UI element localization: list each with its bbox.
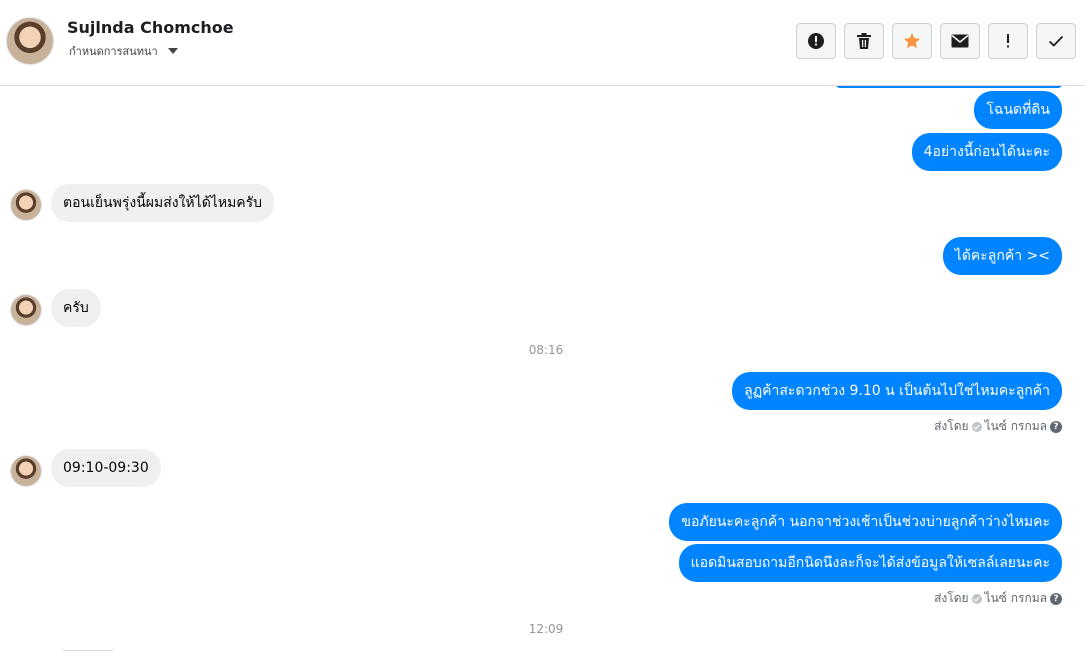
star-icon (904, 33, 920, 49)
sent-by-info: ส่งโดย ไนซ์ กรกมล ? (934, 417, 1062, 436)
incoming-message[interactable]: ครับ (51, 289, 101, 327)
contact-name[interactable]: Sujlnda Chomchoe (67, 18, 234, 37)
exclamation-icon (1007, 34, 1009, 48)
incoming-message[interactable]: 09:10-09:30 (51, 449, 161, 487)
check-circle-icon (971, 421, 982, 432)
outgoing-message[interactable]: ขอภัยนะคะลูกค้า นอกจาช่วงเช้าเป็นช่วงบ่า… (669, 503, 1062, 541)
conversation-toolbar (796, 23, 1076, 59)
contact-avatar[interactable] (6, 17, 54, 65)
mark-important-button[interactable] (988, 23, 1028, 59)
sent-by-label: ส่งโดย (934, 591, 969, 605)
help-icon[interactable]: ? (1050, 420, 1062, 433)
conversation-header: Sujlnda Chomchoe กำหนดการสนทนา (0, 0, 1085, 86)
mail-icon (951, 34, 969, 48)
trash-icon (857, 33, 871, 49)
outgoing-message[interactable]: แอดมินสอบถามอีกนิดนึงละก็จะได้ส่งข้อมูลใ… (678, 544, 1062, 582)
incoming-message[interactable]: ตอนเย็นพรุ่งนี้ผมส่งให้ได้ไหมครับ (51, 184, 275, 222)
sent-by-info: ส่งโดย ไนซ์ กรกมล ? (934, 589, 1062, 608)
outgoing-message[interactable]: 4อย่างนี้ก่อนได้นะคะ (911, 133, 1062, 171)
help-icon[interactable]: ? (1050, 592, 1062, 605)
star-button[interactable] (892, 23, 932, 59)
check-icon (1048, 35, 1064, 47)
timestamp-divider: 12:09 (528, 622, 564, 636)
contact-avatar-small[interactable] (10, 294, 42, 326)
contact-avatar-small[interactable] (10, 455, 42, 487)
sender-name[interactable]: ไนซ์ กรกมล (985, 417, 1047, 436)
alert-circle-icon (808, 33, 824, 49)
timestamp-divider: 08:16 (528, 343, 564, 357)
report-spam-button[interactable] (796, 23, 836, 59)
caret-down-icon (167, 48, 178, 54)
outgoing-message[interactable]: ลูฏค้าสะดวกช่วง 9.10 น เป็นต้นไปใช่ไหมคะ… (732, 372, 1062, 410)
sent-by-label: ส่งโดย (934, 419, 969, 433)
message-thread[interactable]: โฉนดที่ดิน 4อย่างนี้ก่อนได้นะคะ ตอนเย็นพ… (0, 86, 1085, 653)
contact-avatar-small[interactable] (10, 189, 42, 221)
sender-name[interactable]: ไนซ์ กรกมล (985, 589, 1047, 608)
conversation-schedule-label: กำหนดการสนทนา (69, 45, 158, 58)
previous-message-edge (836, 86, 1062, 88)
delete-button[interactable] (844, 23, 884, 59)
mark-done-button[interactable] (1036, 23, 1076, 59)
outgoing-message[interactable]: ได้คะลูกค้า >< (942, 237, 1062, 275)
outgoing-message[interactable]: โฉนดที่ดิน (974, 91, 1062, 129)
check-circle-icon (971, 593, 982, 604)
conversation-schedule-dropdown[interactable]: กำหนดการสนทนา (69, 42, 178, 60)
mark-unread-button[interactable] (940, 23, 980, 59)
